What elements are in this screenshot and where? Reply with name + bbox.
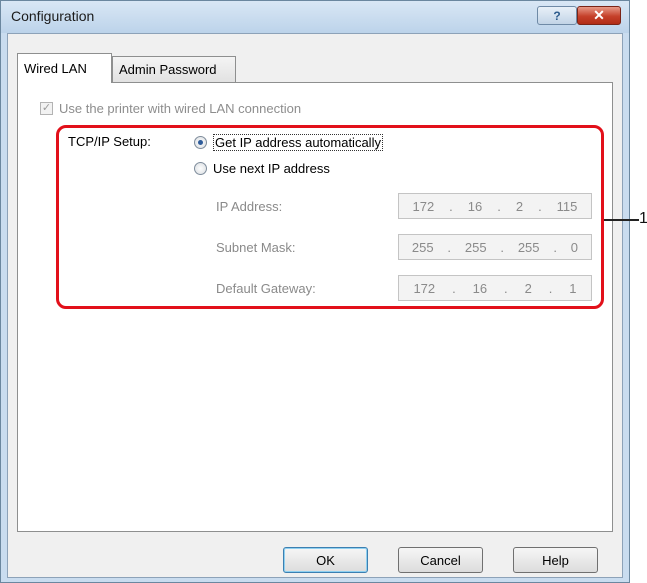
use-printer-checkbox-label: Use the printer with wired LAN connectio… bbox=[59, 101, 302, 116]
close-icon[interactable]: ✕ bbox=[577, 6, 621, 25]
callout-number: 1 bbox=[639, 210, 647, 227]
callout-highlight-frame bbox=[56, 125, 604, 309]
use-printer-checkbox-row: ✓ Use the printer with wired LAN connect… bbox=[40, 101, 301, 116]
tab-admin-password[interactable]: Admin Password bbox=[112, 56, 236, 82]
callout-line bbox=[604, 219, 639, 221]
help-icon[interactable]: ? bbox=[537, 6, 577, 25]
tab-wired-lan[interactable]: Wired LAN bbox=[17, 53, 112, 83]
window-title: Configuration bbox=[11, 8, 95, 24]
ok-button[interactable]: OK bbox=[283, 547, 368, 573]
use-printer-checkbox: ✓ bbox=[40, 102, 53, 115]
help-button[interactable]: Help bbox=[513, 547, 598, 573]
title-bar: Configuration ? ✕ bbox=[1, 1, 629, 33]
cancel-button[interactable]: Cancel bbox=[398, 547, 483, 573]
